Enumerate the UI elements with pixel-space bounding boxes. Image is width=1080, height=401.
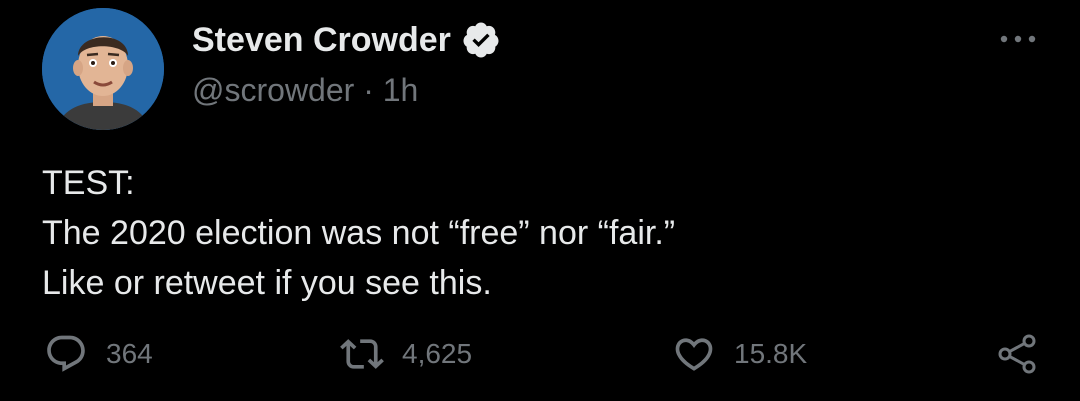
tweet-line: TEST: [42, 164, 135, 202]
handle-separator: · [363, 72, 374, 108]
verified-badge-icon [463, 22, 499, 58]
share-button[interactable] [996, 330, 1040, 378]
handle-line: @scrowder · 1h [192, 72, 418, 109]
author-handle[interactable]: @scrowder [192, 72, 354, 108]
tweet-line: Like or retweet if you see this. [42, 264, 492, 302]
retweet-button[interactable]: 4,625 [340, 330, 472, 378]
like-button[interactable]: 15.8K [672, 330, 807, 378]
retweet-icon [340, 339, 384, 369]
retweet-count: 4,625 [402, 338, 473, 369]
share-icon [998, 334, 1036, 374]
author-name-text: Steven Crowder [192, 20, 451, 59]
action-bar: 364 4,625 15.8K [0, 330, 1080, 378]
reply-button[interactable]: 364 [44, 330, 153, 378]
like-count: 15.8K [734, 338, 808, 369]
avatar-photo-icon [42, 8, 164, 130]
author-name[interactable]: Steven Crowder [192, 20, 501, 60]
avatar[interactable] [42, 8, 164, 130]
heart-icon [675, 338, 713, 371]
more-options-button[interactable] [996, 24, 1040, 54]
tweet-text: TEST: The 2020 election was not “free” n… [42, 158, 1042, 308]
tweet-time[interactable]: 1h [383, 72, 419, 108]
reply-icon [47, 335, 85, 372]
more-options-icon [1000, 35, 1036, 43]
tweet: Steven Crowder @scrowder · 1h TEST: The … [0, 0, 1080, 401]
reply-count: 364 [106, 338, 153, 369]
tweet-line: The 2020 election was not “free” nor “fa… [42, 214, 676, 252]
